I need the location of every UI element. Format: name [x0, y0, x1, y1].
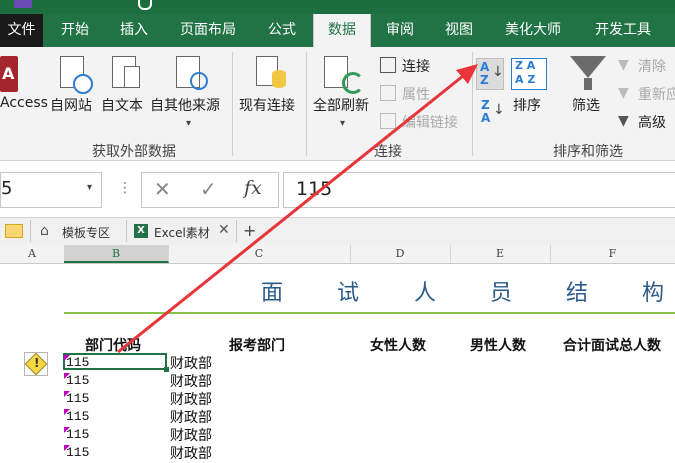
arrow-line: [117, 70, 469, 354]
annotation-arrow: [117, 64, 478, 354]
arrow-head: [456, 64, 478, 84]
